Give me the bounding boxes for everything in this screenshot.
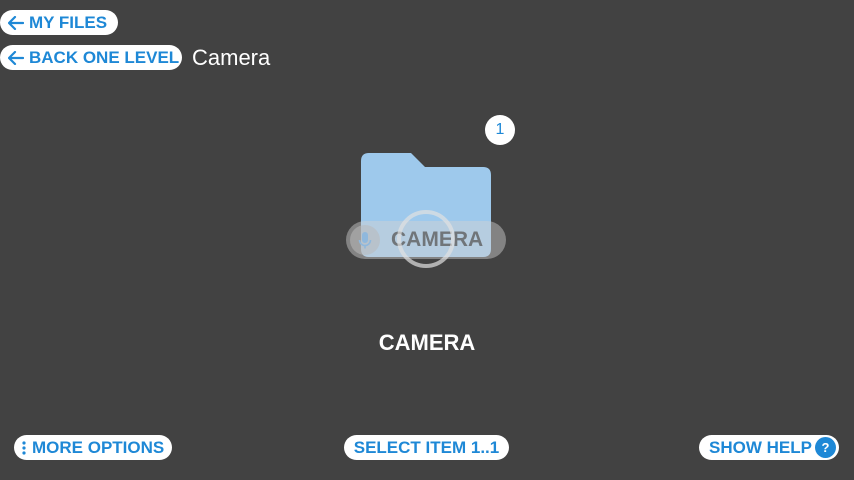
more-options-label: MORE OPTIONS	[32, 437, 165, 457]
loading-spinner-icon	[397, 210, 455, 268]
folder-item-camera[interactable]: 1 CAMERA	[345, 115, 515, 275]
current-path-title: Camera	[192, 45, 271, 70]
folder-name-label: CAMERA	[378, 330, 476, 355]
arrow-left-icon	[8, 15, 24, 30]
select-item-label: SELECT ITEM 1..1	[353, 437, 500, 457]
back-one-level-label: BACK ONE LEVEL	[29, 47, 180, 67]
item-count-badge: 1	[485, 115, 515, 145]
more-options-button[interactable]: MORE OPTIONS	[14, 435, 172, 460]
my-files-button[interactable]: MY FILES	[0, 10, 118, 35]
show-help-label: SHOW HELP	[709, 437, 812, 457]
my-files-label: MY FILES	[29, 12, 108, 32]
back-one-level-button[interactable]: BACK ONE LEVEL	[0, 45, 182, 70]
arrow-left-icon	[8, 50, 24, 65]
select-item-button[interactable]: SELECT ITEM 1..1	[344, 435, 509, 460]
show-help-button[interactable]: SHOW HELP ?	[699, 435, 839, 460]
help-icon: ?	[815, 437, 836, 458]
microphone-icon	[350, 225, 380, 255]
more-vertical-icon	[22, 440, 26, 455]
